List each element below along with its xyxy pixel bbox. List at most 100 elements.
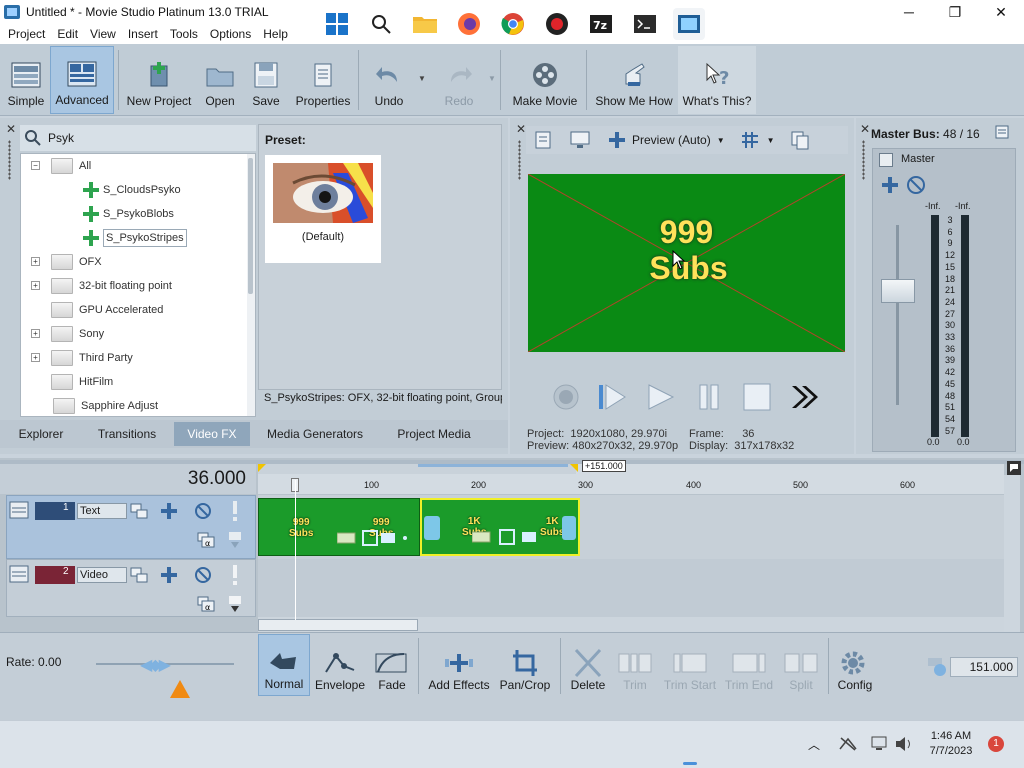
file-explorer-taskbar[interactable] (409, 8, 441, 40)
expand-icon[interactable]: + (31, 353, 40, 362)
external-monitor-icon[interactable] (568, 129, 592, 151)
minimize-button[interactable]: ─ (886, 0, 932, 24)
track-name-field[interactable]: Video (77, 567, 127, 583)
loop-start-marker[interactable] (258, 464, 268, 474)
tree-item-all[interactable]: − All (31, 155, 91, 177)
preset-default-thumbnail[interactable]: (Default) (265, 155, 381, 263)
search-input[interactable]: Psyk (48, 131, 74, 145)
properties-button[interactable]: Properties (292, 46, 354, 114)
tree-item-sony[interactable]: + Sony (31, 323, 104, 345)
end-time-field[interactable]: 151.000 (950, 657, 1018, 677)
tab-project-media[interactable]: Project Media (380, 422, 488, 446)
tab-media-generators[interactable]: Media Generators (256, 422, 374, 446)
pan-icon[interactable] (879, 175, 901, 195)
normal-tool-button[interactable]: Normal (258, 634, 310, 696)
menu-tools[interactable]: Tools (164, 27, 204, 41)
tab-explorer[interactable]: Explorer (6, 422, 76, 446)
marker-icon[interactable] (1006, 460, 1022, 476)
track-solo-icon[interactable] (229, 500, 241, 522)
tab-video-fx[interactable]: Video FX (174, 422, 250, 446)
new-project-button[interactable]: New Project (122, 46, 196, 114)
track-collapse-icon[interactable] (9, 500, 29, 520)
split-button[interactable]: Split (778, 634, 824, 696)
master-fx-icon[interactable] (879, 153, 893, 167)
make-movie-button[interactable]: Make Movie (508, 46, 582, 114)
expand-icon[interactable]: + (31, 257, 40, 266)
timeline-hscroll[interactable] (258, 617, 1004, 633)
preview-grip[interactable] (518, 140, 521, 180)
trim-start-button[interactable]: Trim Start (660, 634, 720, 696)
display-icon[interactable] (870, 735, 890, 753)
network-icon[interactable] (838, 735, 858, 753)
compositing-child-icon[interactable] (227, 594, 243, 614)
firefox-taskbar[interactable] (453, 8, 485, 40)
tree-item-32bit[interactable]: + 32-bit floating point (31, 275, 172, 297)
close-master-icon[interactable]: ✕ (860, 122, 870, 136)
pan-crop-button[interactable]: Pan/Crop (496, 634, 554, 696)
envelope-tool-button[interactable]: Envelope (312, 634, 368, 696)
close-panel-icon[interactable]: ✕ (6, 122, 16, 136)
chevron-down-icon[interactable]: ▼ (767, 136, 775, 145)
play-from-start-button[interactable] (595, 380, 629, 414)
timeline-vscroll[interactable] (1004, 475, 1020, 633)
menu-edit[interactable]: Edit (51, 27, 84, 41)
start-button[interactable] (321, 8, 353, 40)
track-motion-icon[interactable] (129, 502, 149, 520)
menu-insert[interactable]: Insert (122, 27, 164, 41)
tray-chevron-icon[interactable]: ︿ (808, 736, 820, 753)
clock[interactable]: 1:46 AM 7/7/2023 (920, 729, 982, 759)
track-mute-icon[interactable] (193, 502, 213, 520)
track-mute-icon[interactable] (193, 566, 213, 584)
expand-icon[interactable]: + (31, 281, 40, 290)
preview-quality-select[interactable]: Preview (Auto) (632, 133, 711, 147)
search-taskbar-button[interactable] (365, 8, 397, 40)
track-header-text[interactable]: 1 Text α (6, 495, 256, 559)
compositing-child-icon[interactable] (227, 530, 243, 550)
video-output-properties-icon[interactable] (532, 129, 556, 151)
delete-button[interactable]: Delete (566, 634, 610, 696)
rate-slider-handle[interactable] (170, 680, 190, 698)
config-button[interactable]: Config (832, 634, 878, 696)
tree-item-hitfilm[interactable]: HitFilm (31, 371, 113, 393)
track-lane-video[interactable] (258, 559, 1004, 617)
tree-item-s-cloudspsyko[interactable]: S_CloudsPsyko (83, 179, 181, 201)
tree-item-s-psykoblobs[interactable]: S_PsykoBlobs (83, 203, 174, 225)
timeline-ruler[interactable]: +151.000 100 200 300 400 500 600 (258, 460, 1004, 494)
track-collapse-icon[interactable] (9, 564, 29, 584)
record-button[interactable] (549, 380, 583, 414)
split-screen-icon[interactable] (606, 129, 628, 151)
recorder-taskbar[interactable] (541, 8, 573, 40)
menu-options[interactable]: Options (204, 27, 257, 41)
chevron-down-icon[interactable]: ▼ (717, 136, 725, 145)
play-button[interactable] (643, 380, 677, 414)
chrome-taskbar[interactable] (497, 8, 529, 40)
menu-help[interactable]: Help (257, 27, 294, 41)
more-transport-button[interactable] (788, 380, 822, 414)
timeline-clip-999-subs[interactable]: 999Subs 999Subs (258, 498, 420, 556)
rate-shuttle[interactable]: ◀◆▶ (140, 655, 186, 674)
undo-dropdown-icon[interactable]: ▼ (418, 74, 426, 83)
save-button[interactable]: Save (244, 46, 288, 114)
undo-button[interactable]: Undo (364, 46, 414, 114)
fade-tool-button[interactable]: Fade (370, 634, 414, 696)
add-effects-button[interactable]: Add Effects (424, 634, 494, 696)
loop-end-marker[interactable] (568, 464, 578, 474)
track-motion-icon[interactable] (129, 566, 149, 584)
hscroll-thumb[interactable] (258, 619, 418, 631)
fader-track[interactable] (896, 225, 899, 405)
show-me-how-button[interactable]: Show Me How (592, 46, 676, 114)
compositing-mode-icon[interactable]: α (197, 596, 215, 612)
copy-snapshot-icon[interactable] (789, 129, 811, 151)
track-pan-icon[interactable] (159, 502, 179, 520)
movie-studio-taskbar[interactable] (673, 8, 705, 40)
pause-button[interactable] (692, 380, 726, 414)
advanced-button[interactable]: Advanced (50, 46, 114, 114)
simple-button[interactable]: Simple (4, 46, 48, 114)
menu-view[interactable]: View (84, 27, 122, 41)
tree-item-ofx[interactable]: + OFX (31, 251, 102, 273)
track-solo-icon[interactable] (229, 564, 241, 586)
loop-bar[interactable] (418, 464, 568, 467)
terminal-taskbar[interactable] (629, 8, 661, 40)
whats-this-button[interactable]: ? What's This? (678, 46, 756, 114)
overlays-grid-icon[interactable] (739, 129, 761, 151)
